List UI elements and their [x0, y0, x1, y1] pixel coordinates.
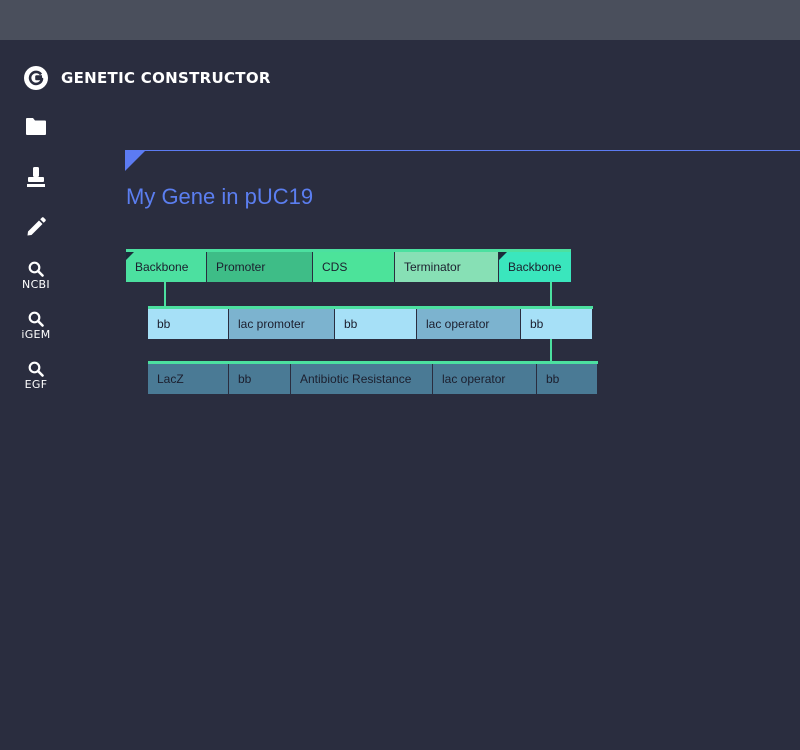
app-header: GENETIC CONSTRUCTOR [22, 64, 271, 92]
block-connector-line [550, 282, 552, 306]
block-label: Antibiotic Resistance [300, 372, 412, 386]
block-label: bb [546, 372, 560, 386]
construct-header-rule [125, 150, 800, 151]
block-label: bb [157, 317, 171, 331]
block-label: lac operator [442, 372, 506, 386]
block-label: lac promoter [238, 317, 305, 331]
construct-block[interactable]: CDS [313, 252, 395, 282]
construct-block[interactable]: lac operator [417, 309, 521, 339]
block-flag-icon [499, 252, 507, 260]
block-label: lac operator [426, 317, 490, 331]
block-label: Backbone [135, 260, 189, 274]
construct-block[interactable]: Backbone [499, 252, 572, 282]
search-icon [28, 311, 44, 327]
sidebar-item-label: iGEM [21, 328, 51, 341]
sidebar-item-inventory[interactable] [16, 166, 56, 188]
block-label: bb [344, 317, 358, 331]
sidebar-item-label: NCBI [22, 278, 50, 291]
pencil-icon [27, 217, 46, 236]
construct-block[interactable]: bb [521, 309, 593, 339]
block-label: CDS [322, 260, 348, 274]
construct-block[interactable]: Promoter [207, 252, 313, 282]
stamp-icon [27, 167, 45, 187]
sidebar-item-ncbi[interactable]: NCBI [16, 261, 56, 291]
construct-block[interactable]: bb [335, 309, 417, 339]
construct-title[interactable]: My Gene in pUC19 [126, 184, 313, 210]
construct-block[interactable]: Backbone [126, 252, 207, 282]
block-connector-line [550, 339, 552, 361]
sidebar-item-edit[interactable] [16, 216, 56, 238]
sidebar-item-projects[interactable] [16, 116, 56, 136]
sidebar-item-igem[interactable]: iGEM [16, 311, 56, 341]
genetic-constructor-logo-icon[interactable] [22, 64, 50, 92]
construct-block[interactable]: bb [537, 364, 598, 394]
block-label: Backbone [508, 260, 562, 274]
block-label: bb [530, 317, 544, 331]
block-flag-icon [126, 252, 134, 260]
block-label: Terminator [404, 260, 461, 274]
construct-block[interactable]: LacZ [148, 364, 229, 394]
sidebar-item-egf[interactable]: EGF [16, 361, 56, 391]
construct-block[interactable]: lac operator [433, 364, 537, 394]
construct-block[interactable]: lac promoter [229, 309, 335, 339]
construct-block[interactable]: Antibiotic Resistance [291, 364, 433, 394]
app-title: GENETIC CONSTRUCTOR [61, 69, 271, 87]
block-label: Promoter [216, 260, 266, 274]
top-bar [0, 0, 800, 40]
block-label: LacZ [157, 372, 184, 386]
search-icon [28, 361, 44, 377]
block-connector-line [164, 282, 166, 306]
folder-icon [26, 118, 46, 135]
sidebar-item-label: EGF [24, 378, 48, 391]
block-label: bb [238, 372, 252, 386]
construct-block[interactable]: bb [148, 309, 229, 339]
construct-corner-triangle[interactable] [125, 151, 145, 171]
construct-block[interactable]: bb [229, 364, 291, 394]
search-icon [28, 261, 44, 277]
construct-block[interactable]: Terminator [395, 252, 499, 282]
